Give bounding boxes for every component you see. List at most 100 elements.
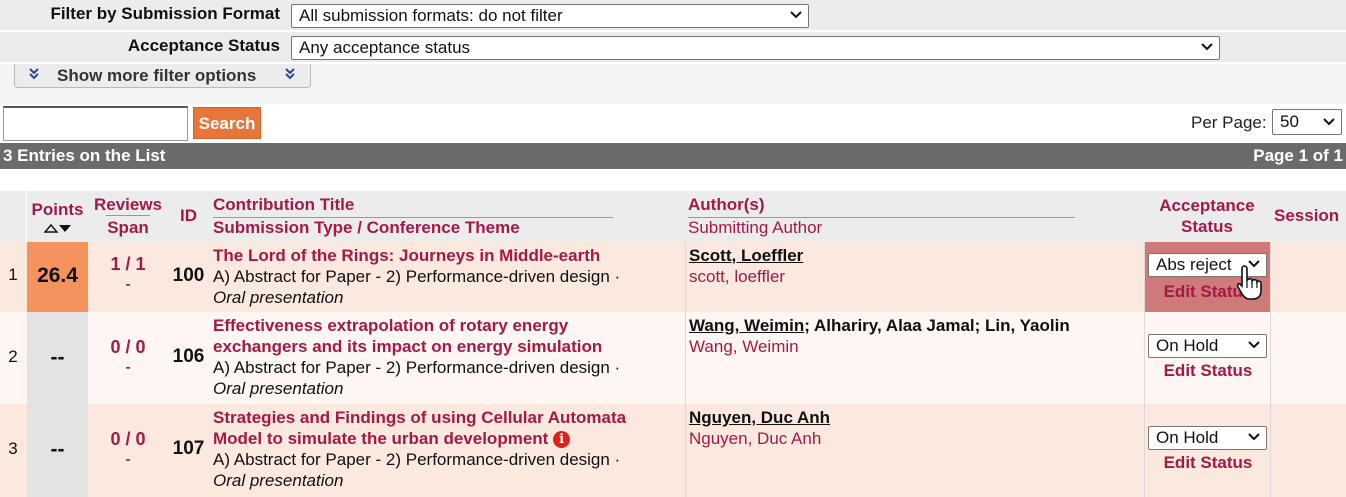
spacer: [0, 169, 1346, 191]
chevron-down-icon: [1248, 433, 1260, 441]
edit-status-link[interactable]: Edit Status: [1145, 361, 1271, 381]
submitting-author: Wang, Weimin: [689, 337, 799, 356]
entries-count: 3 Entries on the List: [3, 146, 166, 165]
table-row: 1 26.4 1 / 1 - 100 The Lord of the Rings…: [0, 242, 1346, 312]
submission-type-header: Submission Type / Conference Theme: [213, 218, 520, 237]
filter-acceptance-row: Acceptance Status Any acceptance status: [0, 32, 1346, 63]
reviews-count: 0 / 0: [110, 429, 146, 449]
presenting-author-link[interactable]: Scott, Loeffler: [689, 246, 803, 265]
presenting-author-link[interactable]: Wang, Weimin: [689, 316, 804, 335]
reviews-cell: 0 / 0 -: [88, 404, 168, 497]
double-chevron-down-icon: [27, 67, 41, 84]
reviews-count: 0 / 0: [110, 337, 146, 357]
acceptance-header-line1: Acceptance: [1159, 196, 1255, 215]
per-page-select[interactable]: 50: [1272, 109, 1342, 135]
header-reviews: Reviews Span: [88, 191, 168, 242]
acceptance-status-select[interactable]: Any acceptance status: [291, 36, 1220, 60]
title-line: Model to simulate the urban development: [213, 429, 549, 448]
contribution-title-link[interactable]: Strategies and Findings of using Cellula…: [213, 407, 685, 449]
id-header-label: ID: [180, 206, 197, 225]
show-more-filters-label: Show more filter options: [57, 66, 257, 85]
title-line: Strategies and Findings of using Cellula…: [213, 408, 627, 427]
submission-id: 106: [172, 346, 205, 367]
submitting-author-header: Submitting Author: [688, 218, 823, 237]
submitting-author: Nguyen, Duc Anh: [689, 429, 822, 448]
chevron-down-icon: [1248, 341, 1260, 349]
points-value: --: [27, 312, 88, 404]
row-number: 1: [8, 265, 18, 284]
page-indicator: Page 1 of 1: [1253, 146, 1343, 165]
status-value: On Hold: [1156, 428, 1219, 447]
reviews-cell: 0 / 0 -: [88, 312, 168, 404]
table-row: 3 -- 0 / 0 - 107 Strategies and Findings…: [0, 404, 1346, 497]
session-cell: [1270, 404, 1346, 497]
status-value: On Hold: [1156, 336, 1219, 355]
chevron-down-icon: [1323, 118, 1335, 126]
search-bar: Search Per Page: 50: [0, 104, 1346, 143]
header-title: Contribution Title Submission Type / Con…: [209, 191, 685, 242]
presentation-type: Oral presentation: [213, 471, 344, 490]
row-number: 3: [8, 439, 18, 458]
double-chevron-down-icon: [283, 67, 297, 84]
header-rownum: [0, 191, 26, 242]
chevron-down-icon: [1201, 43, 1213, 51]
search-input[interactable]: [3, 106, 188, 141]
presentation-type: Oral presentation: [213, 288, 344, 307]
title-cell: Effectiveness extrapolation of rotary en…: [209, 312, 685, 404]
authors-cell: Wang, Weimin; Alhariry, Alaa Jamal; Lin,…: [685, 312, 1144, 404]
per-page-value: 50: [1280, 112, 1299, 131]
contribution-title-link[interactable]: The Lord of the Rings: Journeys in Middl…: [213, 245, 685, 266]
show-more-filters-button[interactable]: Show more filter options: [14, 64, 311, 88]
span-value: -: [125, 359, 131, 376]
header-acceptance: Acceptance Status: [1144, 191, 1270, 242]
acceptance-status-dropdown[interactable]: On Hold: [1148, 426, 1267, 450]
span-value: -: [125, 451, 131, 468]
authors-cell: Nguyen, Duc Anh Nguyen, Duc Anh: [685, 404, 1144, 497]
search-button[interactable]: Search: [193, 107, 261, 139]
title-line: Effectiveness extrapolation of rotary en…: [213, 316, 569, 335]
submission-format-value: All submission formats: do not filter: [299, 6, 563, 25]
presenting-author-link[interactable]: Nguyen, Duc Anh: [689, 408, 830, 427]
list-summary-bar: 3 Entries on the List Page 1 of 1: [0, 143, 1346, 169]
chevron-down-icon: [790, 11, 802, 19]
submitting-author: scott, loeffler: [689, 267, 786, 286]
row-number: 2: [8, 347, 18, 366]
authors-header: Author(s): [688, 195, 1075, 218]
contribution-title-link[interactable]: Effectiveness extrapolation of rotary en…: [213, 315, 685, 357]
acceptance-status-dropdown[interactable]: On Hold: [1148, 334, 1267, 358]
header-points[interactable]: Points: [27, 191, 88, 242]
more-filters-bar: Show more filter options: [0, 64, 1346, 104]
sort-arrows-icon[interactable]: [43, 223, 73, 233]
session-cell: [1270, 312, 1346, 404]
submission-id: 107: [172, 438, 205, 459]
authors-cell: Scott, Loeffler scott, loeffler: [685, 242, 1144, 312]
filter-format-label: Filter by Submission Format: [50, 4, 280, 23]
reviews-cell: 1 / 1 -: [88, 242, 168, 312]
submission-type: A) Abstract for Paper - 2) Performance-d…: [213, 358, 621, 377]
status-cell: On Hold Edit Status: [1144, 312, 1270, 404]
info-icon[interactable]: i: [553, 431, 571, 448]
contribution-title-header: Contribution Title: [213, 195, 613, 218]
submission-type: A) Abstract for Paper - 2) Performance-d…: [213, 267, 621, 286]
reviews-count: 1 / 1: [110, 254, 146, 274]
session-header-label: Session: [1274, 206, 1340, 225]
header-authors: Author(s) Submitting Author: [685, 191, 1144, 242]
header-session: Session: [1270, 191, 1346, 242]
filter-format-row: Filter by Submission Format All submissi…: [0, 0, 1346, 31]
hand-pointer-icon: [1236, 265, 1262, 300]
points-value: 26.4: [27, 242, 88, 312]
table-row: 2 -- 0 / 0 - 106 Effectiveness extrapola…: [0, 312, 1346, 404]
title-cell: The Lord of the Rings: Journeys in Middl…: [209, 242, 685, 312]
status-cell: On Hold Edit Status: [1144, 404, 1270, 497]
presentation-type: Oral presentation: [213, 379, 344, 398]
status-value: Abs reject: [1156, 255, 1232, 274]
status-cell: Abs reject Edit Status: [1144, 242, 1270, 312]
header-divider: [106, 215, 150, 216]
points-value: --: [27, 404, 88, 497]
submission-format-select[interactable]: All submission formats: do not filter: [291, 4, 809, 28]
filter-acceptance-label: Acceptance Status: [127, 36, 280, 55]
edit-status-link[interactable]: Edit Status: [1145, 453, 1271, 473]
title-cell: Strategies and Findings of using Cellula…: [209, 404, 685, 497]
reviews-header-label: Reviews: [93, 195, 163, 214]
per-page-label: Per Page:: [1191, 113, 1267, 132]
